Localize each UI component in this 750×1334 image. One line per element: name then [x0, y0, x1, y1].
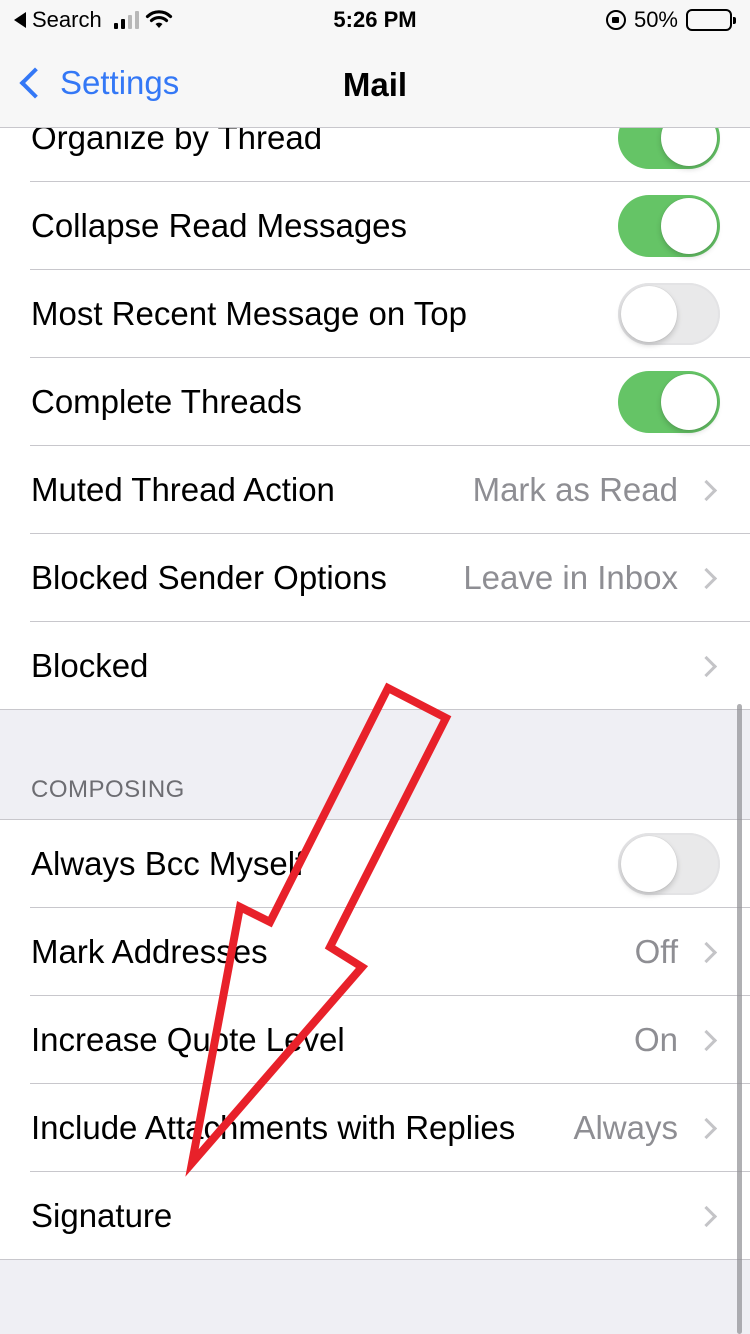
complete-threads-toggle[interactable] [618, 371, 720, 433]
row-complete-threads[interactable]: Complete Threads [0, 358, 750, 446]
row-label: Mark Addresses [31, 933, 268, 970]
row-blocked[interactable]: Blocked [0, 622, 750, 710]
row-muted-thread-action[interactable]: Muted Thread Action Mark as Read [0, 446, 750, 534]
row-blocked-sender-options[interactable]: Blocked Sender Options Leave in Inbox [0, 534, 750, 622]
toggle-knob [661, 198, 717, 254]
composing-group: Always Bcc Myself Mark Addresses Off Inc… [0, 819, 750, 1260]
mail-settings-screen: Organize by Thread Collapse Read Message… [0, 0, 750, 1334]
row-signature[interactable]: Signature [0, 1172, 750, 1260]
scroll-indicator[interactable] [737, 704, 742, 1334]
status-right: 50% [605, 7, 736, 33]
chevron-right-icon [695, 941, 718, 963]
row-label: Include Attachments with Replies [31, 1109, 516, 1146]
row-value: On [633, 1021, 678, 1058]
row-label: Most Recent Message on Top [31, 295, 467, 332]
chevron-right-icon [695, 1029, 718, 1051]
always-bcc-myself-toggle[interactable] [618, 833, 720, 895]
row-label: Blocked Sender Options [31, 559, 387, 596]
chevron-right-icon [695, 655, 718, 677]
row-label: Muted Thread Action [31, 471, 335, 508]
row-label: Collapse Read Messages [31, 207, 408, 244]
section-header-composing: COMPOSING [31, 776, 185, 803]
orientation-lock-icon [605, 10, 626, 30]
toggle-knob [661, 374, 717, 430]
row-value: Off [634, 933, 678, 970]
navigation-bar: Settings Mail [0, 40, 750, 128]
row-label: Always Bcc Myself [31, 845, 305, 882]
chevron-right-icon [695, 1205, 718, 1227]
collapse-read-messages-toggle[interactable] [618, 195, 720, 257]
row-label: Complete Threads [31, 383, 302, 420]
row-value: Always [573, 1109, 678, 1146]
chevron-right-icon [695, 567, 718, 589]
battery-percent: 50% [633, 7, 678, 32]
chevron-right-icon [695, 479, 718, 501]
battery-icon [686, 9, 736, 31]
row-include-attachments[interactable]: Include Attachments with Replies Always [0, 1084, 750, 1172]
row-value: Leave in Inbox [463, 559, 678, 596]
toggle-knob [621, 286, 677, 342]
row-label: Increase Quote Level [31, 1021, 345, 1058]
most-recent-on-top-toggle[interactable] [618, 283, 720, 345]
chevron-right-icon [695, 1117, 718, 1139]
threading-group: Organize by Thread Collapse Read Message… [0, 94, 750, 710]
row-collapse-read-messages[interactable]: Collapse Read Messages [0, 182, 750, 270]
row-most-recent-on-top[interactable]: Most Recent Message on Top [0, 270, 750, 358]
toggle-knob [621, 836, 677, 892]
row-mark-addresses[interactable]: Mark Addresses Off [0, 908, 750, 996]
row-label: Signature [31, 1197, 173, 1234]
page-title: Mail [342, 66, 408, 103]
row-always-bcc-myself[interactable]: Always Bcc Myself [0, 820, 750, 908]
row-value: Mark as Read [472, 471, 678, 508]
row-label: Blocked [31, 647, 149, 684]
status-bar: Search 5:26 PM 50% [0, 0, 750, 40]
row-increase-quote-level[interactable]: Increase Quote Level On [0, 996, 750, 1084]
